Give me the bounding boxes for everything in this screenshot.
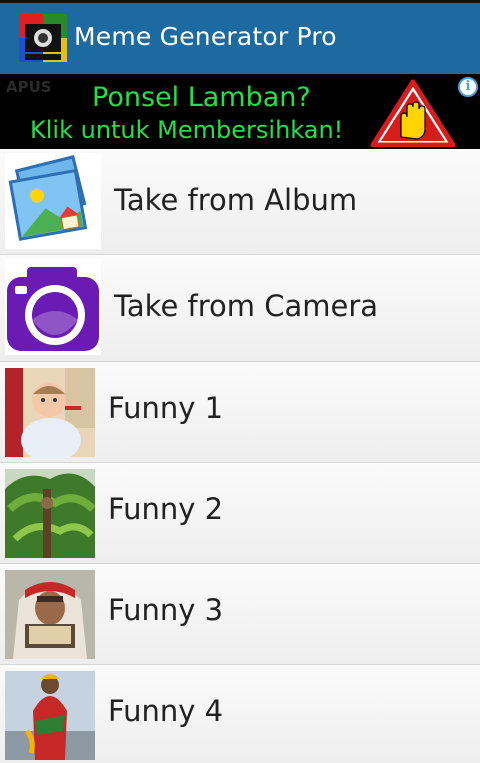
list-item-label: Take from Album (114, 183, 358, 217)
list-item-funny-1[interactable]: Funny 1 (0, 362, 480, 463)
list-item-label: Take from Camera (114, 289, 379, 323)
list-item-label: Funny 3 (108, 593, 224, 627)
list-item-funny-2[interactable]: Funny 2 (0, 463, 480, 564)
ad-banner[interactable]: APUS Ponsel Lamban? Klik untuk Membersih… (0, 74, 480, 149)
list-item-camera[interactable]: Take from Camera (0, 255, 480, 362)
man-reading-photo-thumbnail (5, 570, 95, 659)
baby-photo-thumbnail (5, 368, 95, 457)
ad-subline: Klik untuk Membersihkan! (30, 116, 344, 144)
list-item-funny-3[interactable]: Funny 3 (0, 564, 480, 665)
list-item-label: Funny 2 (108, 492, 224, 526)
warning-hand-icon (370, 79, 456, 147)
list-item-funny-4[interactable]: Funny 4 (0, 665, 480, 763)
photo-album-icon (5, 153, 101, 249)
camera-icon (5, 259, 101, 355)
app-title: Meme Generator Pro (74, 22, 337, 51)
ad-info-icon[interactable]: i (458, 77, 478, 97)
app-bar: Meme Generator Pro (0, 3, 480, 74)
ad-brand-label: APUS (6, 78, 52, 96)
list-item-label: Funny 4 (108, 694, 224, 728)
tree-photo-thumbnail (5, 469, 95, 558)
person-photo-thumbnail (5, 671, 95, 760)
list-item-album[interactable]: Take from Album (0, 149, 480, 255)
ad-headline: Ponsel Lamban? (92, 82, 311, 113)
list-item-label: Funny 1 (108, 391, 224, 425)
meme-generator-app-icon[interactable] (19, 14, 67, 62)
